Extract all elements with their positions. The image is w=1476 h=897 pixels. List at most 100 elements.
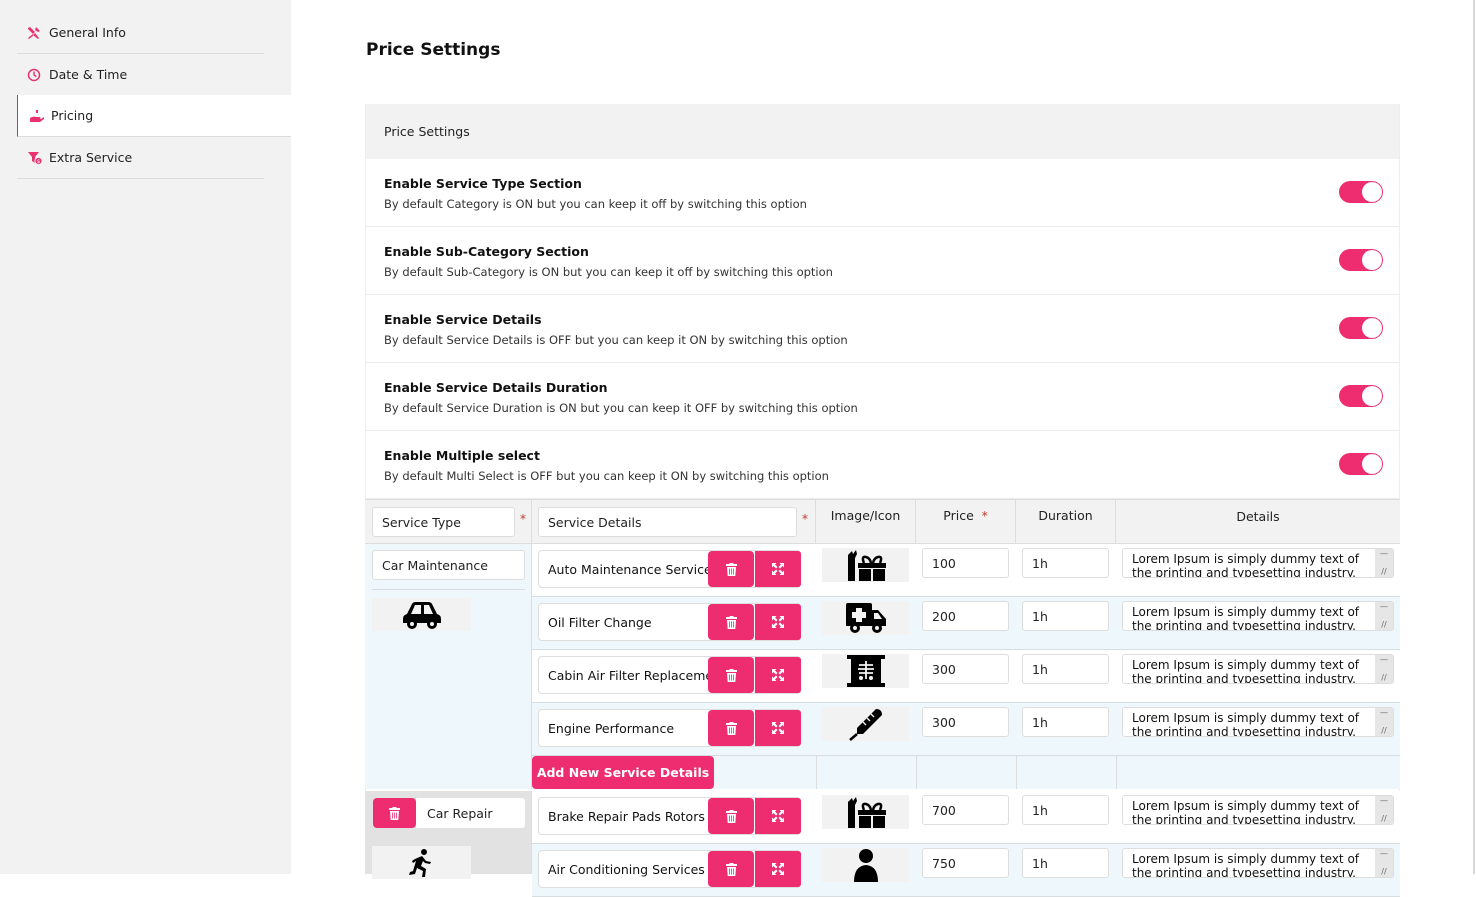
ambulance-icon[interactable] — [822, 601, 909, 635]
option-service-duration: Enable Service Details Duration By defau… — [366, 363, 1399, 431]
sidebar: General Info Date & Time Pricing $ Extra… — [0, 0, 291, 874]
delete-service-detail-button[interactable] — [708, 604, 754, 640]
user-md-icon[interactable] — [822, 848, 909, 882]
service-group-car-repair: Car Repair Brake Repair Pads Rotors 700 … — [365, 791, 1400, 897]
delete-service-detail-button[interactable] — [708, 657, 754, 693]
delete-service-detail-button[interactable] — [708, 851, 754, 887]
delete-service-detail-button[interactable] — [708, 710, 754, 746]
toggle-service-duration[interactable] — [1339, 385, 1383, 407]
expand-icon — [772, 810, 784, 822]
option-description: By default Service Duration is ON but yo… — [384, 401, 858, 415]
expand-service-detail-button[interactable] — [755, 851, 801, 887]
trash-icon — [725, 668, 737, 682]
textarea-resize-handle[interactable]: —// — [1375, 602, 1393, 630]
trash-icon — [725, 615, 737, 629]
toggle-service-details[interactable] — [1339, 317, 1383, 339]
service-detail-input[interactable]: Air Conditioning Services — [548, 851, 708, 887]
add-new-service-details-button[interactable]: Add New Service Details — [532, 756, 714, 789]
sidebar-item-pricing[interactable]: Pricing — [17, 95, 291, 137]
option-description: By default Service Details is OFF but yo… — [384, 333, 848, 347]
expand-icon — [772, 616, 784, 628]
duration-input[interactable]: 1h — [1022, 548, 1109, 578]
sidebar-item-date-time[interactable]: Date & Time — [17, 54, 264, 96]
service-type-input[interactable]: Car Maintenance — [372, 550, 525, 580]
price-input[interactable]: 100 — [922, 548, 1009, 578]
details-textarea[interactable]: Lorem Ipsum is simply dummy text of the … — [1122, 548, 1394, 578]
service-detail-input[interactable]: Engine Performance — [548, 710, 708, 746]
toggle-sub-category[interactable] — [1339, 249, 1383, 271]
trash-icon — [389, 806, 400, 820]
price-input[interactable]: 200 — [922, 601, 1009, 631]
service-detail-field: Brake Repair Pads Rotors — [538, 797, 801, 835]
car-icon[interactable] — [372, 598, 471, 631]
required-mark: * — [981, 509, 988, 523]
service-detail-input[interactable]: Oil Filter Change — [548, 604, 708, 640]
price-input[interactable]: 300 — [922, 707, 1009, 737]
delete-service-detail-button[interactable] — [708, 798, 754, 834]
tools-icon — [27, 26, 49, 40]
service-detail-input[interactable]: Brake Repair Pads Rotors — [548, 798, 708, 834]
sidebar-item-extra-service[interactable]: $ Extra Service — [17, 137, 264, 179]
option-title: Enable Multiple select — [384, 448, 540, 463]
delete-service-type-button[interactable] — [373, 798, 416, 828]
hand-coin-icon — [29, 109, 51, 123]
duration-input[interactable]: 1h — [1022, 795, 1109, 825]
expand-service-detail-button[interactable] — [755, 710, 801, 746]
option-title: Enable Service Type Section — [384, 176, 582, 191]
textarea-resize-handle[interactable]: —// — [1375, 655, 1393, 683]
trash-icon — [725, 721, 737, 735]
toggle-multiple-select[interactable] — [1339, 453, 1383, 475]
duration-input[interactable]: 1h — [1022, 654, 1109, 684]
price-input[interactable]: 300 — [922, 654, 1009, 684]
textarea-resize-handle[interactable]: —// — [1375, 849, 1393, 877]
gifts-icon[interactable] — [822, 548, 909, 582]
details-textarea[interactable]: Lorem Ipsum is simply dummy text of the … — [1122, 601, 1394, 631]
expand-service-detail-button[interactable] — [755, 604, 801, 640]
textarea-resize-handle[interactable]: —// — [1375, 796, 1393, 824]
service-detail-field: Air Conditioning Services — [538, 850, 801, 888]
option-service-details: Enable Service Details By default Servic… — [366, 295, 1399, 363]
toggle-service-type[interactable] — [1339, 181, 1383, 203]
option-description: By default Sub-Category is ON but you ca… — [384, 265, 833, 279]
expand-service-detail-button[interactable] — [755, 798, 801, 834]
duration-input[interactable]: 1h — [1022, 601, 1109, 631]
table-row: Engine Performance 300 1h Lorem Ipsum is… — [532, 703, 1400, 756]
service-detail-input[interactable]: Auto Maintenance Services — [548, 551, 708, 587]
scrollbar[interactable] — [1473, 0, 1475, 874]
expand-icon — [772, 863, 784, 875]
service-type-header-input[interactable]: Service Type — [372, 507, 515, 537]
textarea-resize-handle[interactable]: —// — [1375, 549, 1393, 577]
svg-text:$: $ — [37, 159, 41, 165]
panel-header: Price Settings — [366, 104, 1399, 159]
expand-service-detail-button[interactable] — [755, 657, 801, 693]
option-description: By default Multi Select is OFF but you c… — [384, 469, 829, 483]
sidebar-item-label: Pricing — [51, 108, 94, 123]
option-title: Enable Service Details Duration — [384, 380, 608, 395]
service-detail-input[interactable]: Cabin Air Filter Replacement — [548, 657, 708, 693]
duration-input[interactable]: 1h — [1022, 707, 1109, 737]
service-type-input[interactable]: Car Repair — [416, 798, 525, 828]
table-row: Cabin Air Filter Replacement 300 1h Lore… — [532, 650, 1400, 703]
textarea-resize-handle[interactable]: —// — [1375, 708, 1393, 736]
details-textarea[interactable]: Lorem Ipsum is simply dummy text of the … — [1122, 654, 1394, 684]
expand-service-detail-button[interactable] — [755, 551, 801, 587]
image-icon-header: Image/Icon — [816, 500, 916, 545]
service-detail-field: Cabin Air Filter Replacement — [538, 656, 801, 694]
page-title: Price Settings — [366, 40, 501, 60]
trash-icon — [725, 809, 737, 823]
sidebar-item-general-info[interactable]: General Info — [17, 12, 264, 54]
table-row: Auto Maintenance Services 100 1h Lorem I… — [532, 544, 1400, 597]
service-details-header-input[interactable]: Service Details — [538, 507, 797, 537]
expand-icon — [772, 722, 784, 734]
details-textarea[interactable]: Lorem Ipsum is simply dummy text of the … — [1122, 795, 1394, 825]
details-textarea[interactable]: Lorem Ipsum is simply dummy text of the … — [1122, 707, 1394, 737]
required-mark: * — [802, 512, 808, 526]
service-detail-field: Oil Filter Change — [538, 603, 801, 641]
sidebar-item-label: Date & Time — [49, 67, 128, 82]
delete-service-detail-button[interactable] — [708, 551, 754, 587]
x-ray-icon[interactable] — [822, 654, 909, 688]
thermometer-icon[interactable] — [822, 707, 909, 741]
running-icon[interactable] — [372, 846, 471, 879]
gifts-icon[interactable] — [822, 795, 909, 829]
price-input[interactable]: 700 — [922, 795, 1009, 825]
